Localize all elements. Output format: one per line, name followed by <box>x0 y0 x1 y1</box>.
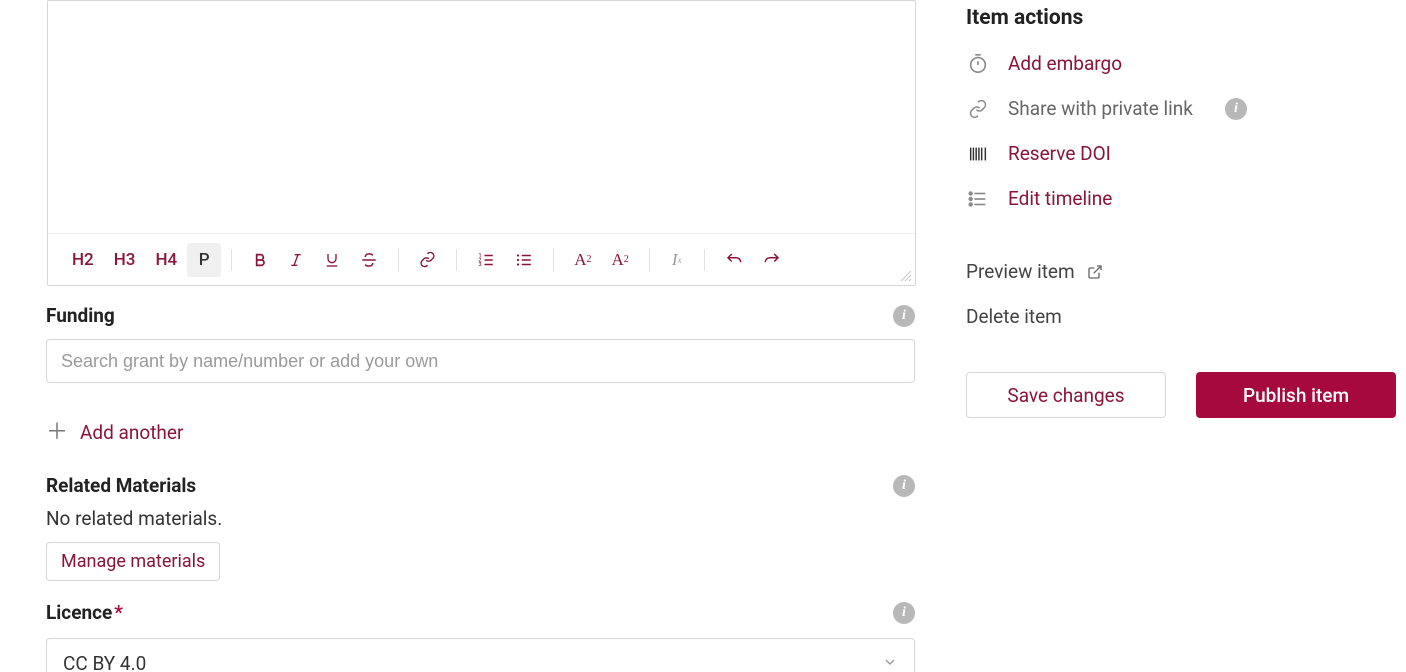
toolbar-redo-button[interactable] <box>753 243 791 277</box>
funding-search-input[interactable] <box>46 339 915 383</box>
add-another-label: Add another <box>80 421 183 444</box>
toolbar-clear-format-button[interactable]: Ix <box>660 243 694 277</box>
required-mark: * <box>114 601 123 624</box>
toolbar-bullet-list-button[interactable] <box>505 243 543 277</box>
toolbar-superscript-button[interactable]: A2 <box>601 243 638 277</box>
share-private-link-action[interactable]: Share with private link i <box>966 97 1398 120</box>
add-embargo-label: Add embargo <box>1008 52 1122 75</box>
barcode-icon <box>966 143 990 165</box>
licence-select[interactable]: CC BY 4.0 <box>46 638 915 672</box>
ordered-list-icon: 123 <box>477 251 495 269</box>
underline-icon <box>324 252 340 268</box>
related-materials-info-icon[interactable]: i <box>893 475 915 497</box>
editor-content-area[interactable] <box>48 1 915 233</box>
toolbar-strikethrough-button[interactable] <box>350 243 388 277</box>
edit-timeline-label: Edit timeline <box>1008 187 1112 210</box>
svg-text:3: 3 <box>479 262 482 268</box>
share-private-link-label: Share with private link <box>1008 97 1193 120</box>
toolbar-separator <box>553 249 554 271</box>
related-materials-empty-text: No related materials. <box>46 507 916 530</box>
editor-toolbar: H2 H3 H4 P <box>48 233 915 285</box>
toolbar-separator <box>231 249 232 271</box>
item-actions-title: Item actions <box>966 6 1398 30</box>
chevron-down-icon <box>882 652 898 672</box>
add-embargo-action[interactable]: Add embargo <box>966 52 1398 75</box>
toolbar-separator <box>649 249 650 271</box>
preview-item-action[interactable]: Preview item <box>966 260 1398 283</box>
toolbar-separator <box>456 249 457 271</box>
toolbar-ordered-list-button[interactable]: 123 <box>467 243 505 277</box>
toolbar-bold-button[interactable] <box>242 243 278 277</box>
toolbar-underline-button[interactable] <box>314 243 350 277</box>
edit-timeline-action[interactable]: Edit timeline <box>966 187 1398 210</box>
toolbar-h4-button[interactable]: H4 <box>145 243 187 277</box>
manage-materials-button[interactable]: Manage materials <box>46 542 220 581</box>
preview-item-label: Preview item <box>966 260 1075 283</box>
toolbar-separator <box>398 249 399 271</box>
toolbar-italic-button[interactable] <box>278 243 314 277</box>
strikethrough-icon <box>360 251 378 269</box>
redo-icon <box>763 251 781 269</box>
add-another-funding-button[interactable]: ＋ Add another <box>46 421 183 444</box>
share-info-icon[interactable]: i <box>1225 98 1247 120</box>
resize-grip-icon[interactable] <box>898 268 912 282</box>
external-link-icon <box>1087 264 1103 280</box>
link-icon <box>966 99 990 119</box>
toolbar-undo-button[interactable] <box>715 243 753 277</box>
reserve-doi-action[interactable]: Reserve DOI <box>966 142 1398 165</box>
link-icon <box>419 251 436 268</box>
delete-item-label: Delete item <box>966 305 1062 328</box>
licence-label: Licence* <box>46 601 123 624</box>
toolbar-link-button[interactable] <box>409 243 446 277</box>
related-materials-label: Related Materials <box>46 474 196 497</box>
bullet-list-icon <box>515 251 533 269</box>
funding-info-icon[interactable]: i <box>893 305 915 327</box>
italic-icon <box>288 252 304 268</box>
toolbar-h2-button[interactable]: H2 <box>62 243 104 277</box>
toolbar-separator <box>704 249 705 271</box>
toolbar-subscript-button[interactable]: A2 <box>564 243 601 277</box>
toolbar-p-button[interactable]: P <box>187 243 221 277</box>
licence-info-icon[interactable]: i <box>893 602 915 624</box>
toolbar-h3-button[interactable]: H3 <box>104 243 146 277</box>
timeline-icon <box>966 188 990 210</box>
delete-item-action[interactable]: Delete item <box>966 305 1398 328</box>
licence-value: CC BY 4.0 <box>63 652 146 672</box>
reserve-doi-label: Reserve DOI <box>1008 142 1111 165</box>
rich-text-editor: H2 H3 H4 P <box>47 0 916 286</box>
publish-item-button[interactable]: Publish item <box>1196 372 1396 418</box>
bold-icon <box>252 252 268 268</box>
funding-label: Funding <box>46 304 115 327</box>
save-changes-button[interactable]: Save changes <box>966 372 1166 418</box>
plus-icon: ＋ <box>46 422 68 444</box>
undo-icon <box>725 251 743 269</box>
stopwatch-icon <box>966 53 990 75</box>
